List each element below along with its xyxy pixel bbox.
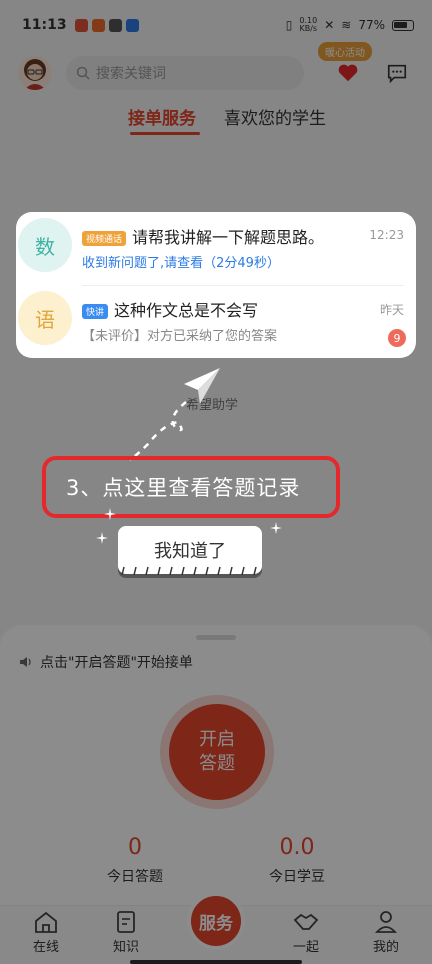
message-subtitle: 收到新问题了,请查看（2分49秒） bbox=[82, 256, 280, 271]
message-title: 视频通话 请帮我讲解一下解题思路。 bbox=[82, 224, 324, 248]
paper-plane-icon bbox=[129, 368, 220, 461]
highlighted-message-list: 数 视频通话 请帮我讲解一下解题思路。 收到新问题了,请查看（2分49秒） 12:… bbox=[16, 212, 416, 358]
sparkle-icon bbox=[104, 508, 116, 520]
message-time: 昨天 bbox=[379, 303, 404, 317]
subject-avatar-chinese: 语 bbox=[18, 291, 72, 345]
message-subtitle: 【未评价】对方已采纳了您的答案 bbox=[82, 329, 278, 344]
guide-callout: 3、点这里查看答题记录 bbox=[42, 456, 340, 518]
unread-count-badge: 9 bbox=[388, 329, 406, 347]
message-time: 12:23 bbox=[369, 228, 404, 242]
guide-step-text: 3、点这里查看答题记录 bbox=[66, 476, 301, 500]
sparkle-icon bbox=[96, 532, 108, 544]
subject-avatar-math: 数 bbox=[18, 218, 72, 272]
message-row[interactable]: 数 视频通话 请帮我讲解一下解题思路。 收到新问题了,请查看（2分49秒） 12:… bbox=[16, 212, 416, 286]
message-row[interactable]: 语 快讲 这种作文总是不会写 【未评价】对方已采纳了您的答案 昨天 9 bbox=[16, 285, 416, 358]
sparkle-icon bbox=[270, 522, 282, 534]
message-title-text: 请帮我讲解一下解题思路。 bbox=[132, 228, 325, 247]
message-title-text: 这种作文总是不会写 bbox=[114, 301, 259, 320]
button-decoration bbox=[121, 566, 257, 576]
message-tag: 视频通话 bbox=[82, 231, 127, 246]
message-title: 快讲 这种作文总是不会写 bbox=[82, 297, 258, 321]
message-tag: 快讲 bbox=[82, 304, 109, 319]
